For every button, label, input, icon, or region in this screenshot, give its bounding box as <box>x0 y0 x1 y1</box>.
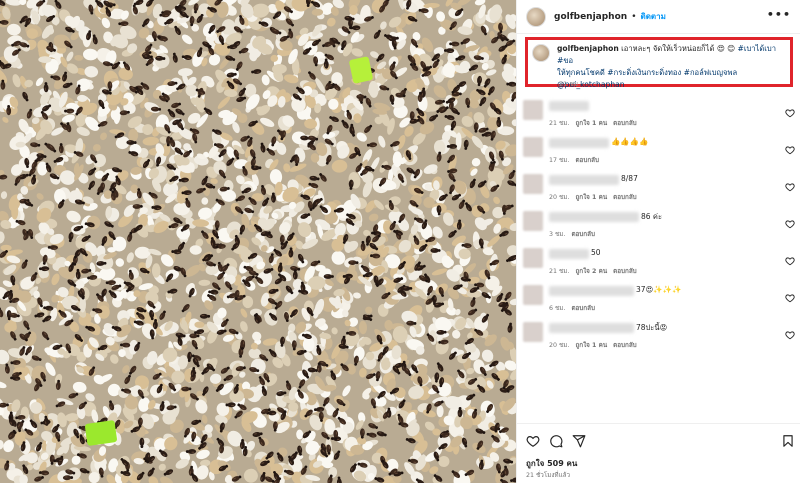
commenter-avatar[interactable] <box>523 174 543 194</box>
reply-button[interactable]: ตอบกลับ <box>613 194 637 201</box>
comment-bubble-icon[interactable] <box>549 434 563 448</box>
commenter-avatar[interactable] <box>523 211 543 231</box>
redacted-username <box>549 286 634 296</box>
caption-highlight-box: golfbenjaphon เอาหละๆ จัดให้เร็วหน่อยก็ไ… <box>525 37 793 89</box>
comment-like-heart-icon[interactable] <box>785 108 795 118</box>
comment-likes[interactable]: ถูกใจ 2 คน <box>575 268 607 275</box>
comment-meta: 20 ชม. ถูกใจ 1 คน ตอบกลับ <box>549 192 643 202</box>
author-username[interactable]: golfbenjaphon <box>554 12 627 22</box>
save-bookmark-icon[interactable] <box>781 434 795 448</box>
comment-row: 21 ชม. ถูกใจ 1 คน ตอบกลับ <box>517 98 800 135</box>
comment-text: 37😍✨✨✨ <box>636 285 682 294</box>
reply-button[interactable]: ตอบกลับ <box>571 305 595 312</box>
comment-like-heart-icon[interactable] <box>785 145 795 155</box>
comment-time: 17 ชม. <box>549 157 570 164</box>
reply-button[interactable]: ตอบกลับ <box>613 342 637 349</box>
comment-text: 50 <box>591 248 601 257</box>
redacted-username <box>549 323 634 333</box>
comment-row: 37😍✨✨✨ 6 ชม. ตอบกลับ <box>517 283 800 320</box>
reply-button[interactable]: ตอบกลับ <box>613 268 637 275</box>
post-photo[interactable] <box>0 0 516 483</box>
caption-time: 21 ชม. <box>559 80 581 88</box>
comment-like-heart-icon[interactable] <box>785 256 795 266</box>
comment-meta: 17 ชม. ตอบกลับ <box>549 155 605 165</box>
commenter-avatar[interactable] <box>523 285 543 305</box>
comment-likes[interactable]: ถูกใจ 1 คน <box>575 342 607 349</box>
post-side-panel: golfbenjaphon • ติดตาม ••• golfbenjaphon… <box>516 0 800 483</box>
caption-text: golfbenjaphon เอาหละๆ จัดให้เร็วหน่อยก็ไ… <box>557 43 786 89</box>
commenter-avatar[interactable] <box>523 248 543 268</box>
post-header: golfbenjaphon • ติดตาม ••• <box>517 0 800 34</box>
commenter-avatar[interactable] <box>523 322 543 342</box>
author-avatar[interactable] <box>526 6 546 27</box>
comment-meta: 21 ชม. ถูกใจ 1 คน ตอบกลับ <box>549 118 643 128</box>
commenter-avatar[interactable] <box>523 100 543 120</box>
comment-like-heart-icon[interactable] <box>785 330 795 340</box>
comment-row: 78ปะนี้😡 20 ชม. ถูกใจ 1 คน ตอบกลับ <box>517 320 800 357</box>
caption-avatar[interactable] <box>532 44 550 62</box>
comment-row: 8/87 20 ชม. ถูกใจ 1 คน ตอบกลับ <box>517 172 800 209</box>
reply-button[interactable]: ตอบกลับ <box>571 231 595 238</box>
comment-text: 8/87 <box>621 174 638 183</box>
comment-meta: 6 ชม. ตอบกลับ <box>549 303 601 313</box>
comment-row: 86 ค่ะ 3 ชม. ตอบกลับ <box>517 209 800 246</box>
redacted-username <box>549 249 589 259</box>
comment-text: 86 ค่ะ <box>641 212 662 221</box>
comment-row: 👍👍👍👍 17 ชม. ตอบกลับ <box>517 135 800 172</box>
comment-time: 6 ชม. <box>549 305 566 312</box>
posted-time: 21 ชั่วโมงที่แล้ว <box>526 472 571 479</box>
more-options-icon[interactable]: ••• <box>767 8 791 21</box>
comment-time: 20 ชม. <box>549 342 570 349</box>
caption-username[interactable]: golfbenjaphon <box>557 44 619 53</box>
comment-likes[interactable]: ถูกใจ 1 คน <box>575 120 607 127</box>
reply-button[interactable]: ตอบกลับ <box>613 120 637 127</box>
comment-likes[interactable]: ถูกใจ 1 คน <box>575 194 607 201</box>
comment-like-heart-icon[interactable] <box>785 182 795 192</box>
like-heart-icon[interactable] <box>526 434 540 448</box>
reply-button[interactable]: ตอบกลับ <box>575 157 599 164</box>
comment-like-heart-icon[interactable] <box>785 293 795 303</box>
comment-meta: 3 ชม. ตอบกลับ <box>549 229 601 239</box>
comment-text: 78ปะนี้😡 <box>636 323 668 332</box>
comment-row: 50 21 ชม. ถูกใจ 2 คน ตอบกลับ <box>517 246 800 283</box>
redacted-username <box>549 212 639 222</box>
likes-count[interactable]: ถูกใจ 509 คน <box>526 457 577 470</box>
comment-text: 👍👍👍👍 <box>611 137 649 146</box>
follow-button[interactable]: ติดตาม <box>641 10 666 23</box>
comment-time: 3 ชม. <box>549 231 566 238</box>
comment-time: 20 ชม. <box>549 194 570 201</box>
comments-list: 21 ชม. ถูกใจ 1 คน ตอบกลับ 👍👍👍👍 17 ชม. ตอบกลับ… <box>517 98 800 357</box>
comment-meta: 21 ชม. ถูกใจ 2 คน ตอบกลับ <box>549 266 643 276</box>
redacted-username <box>549 175 619 185</box>
comment-meta: 20 ชม. ถูกใจ 1 คน ตอบกลับ <box>549 340 643 350</box>
comment-time: 21 ชม. <box>549 120 570 127</box>
caption-body: เอาหละๆ จัดให้เร็วหน่อยก็ได้ 😍 😊 <box>621 44 736 53</box>
share-send-icon[interactable] <box>572 434 586 448</box>
redacted-username <box>549 101 589 111</box>
action-bar: ถูกใจ 509 คน 21 ชั่วโมงที่แล้ว <box>517 423 800 483</box>
caption-line2[interactable]: ให้ทุกคนโชคดี #กระดิ่งเงินกระดิ่งทอง #กอ… <box>557 68 737 77</box>
separator-dot: • <box>631 11 637 22</box>
post-image <box>0 0 516 483</box>
commenter-avatar[interactable] <box>523 137 543 157</box>
comment-time: 21 ชม. <box>549 268 570 275</box>
redacted-username <box>549 138 609 148</box>
comment-like-heart-icon[interactable] <box>785 219 795 229</box>
